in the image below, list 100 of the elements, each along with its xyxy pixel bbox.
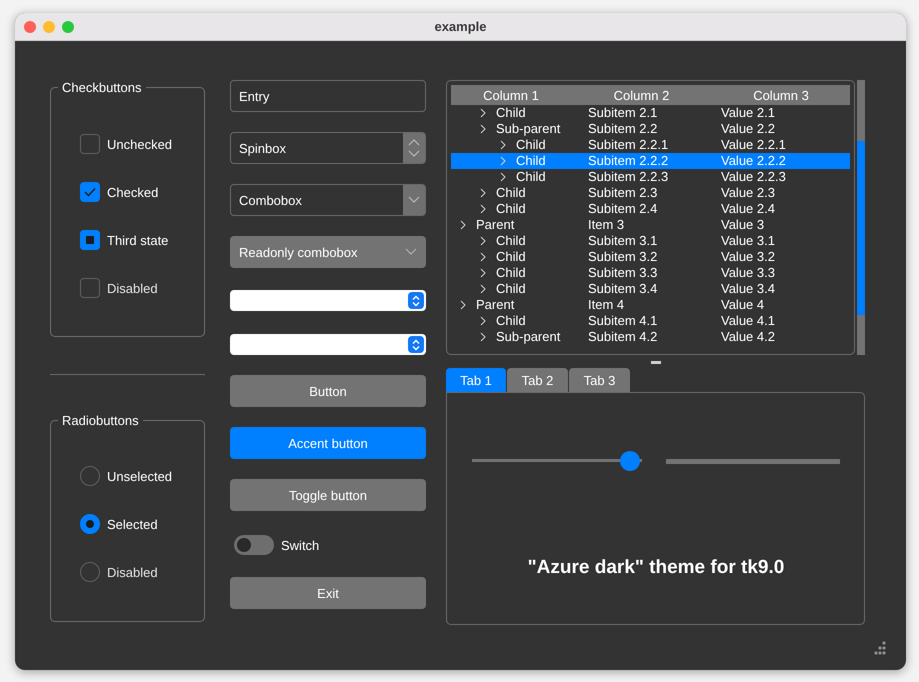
close-button[interactable] (24, 21, 36, 33)
table-cell: Sub-parent (496, 329, 560, 345)
table-cell-text: Value 3.4 (721, 281, 776, 297)
scrollbar[interactable] (857, 80, 865, 355)
push-button[interactable]: Button (230, 375, 426, 407)
table-cell-text: Subitem 2.1 (588, 105, 658, 121)
table-cell-text: Item 3 (588, 217, 626, 233)
popup-menu[interactable] (230, 290, 426, 311)
combobox-field[interactable]: Combobox (230, 184, 426, 216)
window-title: example (434, 19, 487, 34)
table-cell-text: Value 2.4 (721, 201, 776, 217)
radio-label[interactable]: Unselected (107, 468, 172, 484)
tab[interactable]: Tab 3 (569, 368, 630, 392)
up-down-icon (408, 336, 424, 353)
table-cell: Child (516, 153, 546, 169)
table-cell-text: Value 3.2 (721, 249, 776, 265)
table-cell-text: Subitem 2.3 (588, 185, 658, 201)
slider-thumb[interactable] (620, 451, 640, 471)
radio-button[interactable] (80, 466, 100, 486)
table-cell: Child (496, 201, 526, 217)
table-cell-text: Subitem 3.2 (588, 249, 658, 265)
table-cell-text: Subitem 3.4 (588, 281, 658, 297)
column-header[interactable]: Column 2 (571, 88, 712, 102)
resize-grip-icon[interactable] (872, 641, 886, 655)
tree-row[interactable]: Child Subitem 3.2 Value 3.2 (451, 249, 850, 265)
radio-label[interactable]: Selected (107, 516, 158, 532)
table-cell-text: Value 2.1 (721, 105, 776, 121)
readonly-combobox[interactable]: Readonly combobox (230, 236, 426, 268)
tree-row[interactable]: Child Subitem 2.1 Value 2.1 (451, 105, 850, 121)
chevron-right-icon[interactable] (460, 220, 466, 230)
table-cell: Child (496, 313, 526, 329)
chevron-down-icon (405, 248, 417, 256)
tree-row[interactable]: Child Subitem 3.4 Value 3.4 (451, 281, 850, 297)
chevron-down-icon[interactable] (403, 185, 425, 215)
tab[interactable]: Tab 1 (446, 368, 506, 392)
checkbox[interactable] (80, 230, 100, 250)
checkmark-icon (84, 187, 96, 197)
table-cell: Child (516, 169, 546, 185)
entry-field[interactable]: Entry (230, 80, 426, 112)
table-cell-text: Subitem 2.2.3 (588, 169, 670, 185)
table-cell: Child (516, 137, 546, 153)
table-cell-text: Value 4.2 (721, 329, 776, 345)
spinbox-field[interactable]: Spinbox (230, 132, 426, 164)
table-cell-text: Value 4 (721, 297, 766, 313)
table-cell-text: Value 2.2 (721, 121, 776, 137)
checkbox[interactable] (80, 134, 100, 154)
column-header[interactable]: Column 3 (712, 88, 850, 102)
tree-row[interactable]: Child Subitem 2.4 Value 2.4 (451, 201, 850, 217)
tree-row[interactable]: Child Subitem 2.3 Value 2.3 (451, 185, 850, 201)
tree-row[interactable]: Child Subitem 2.2.2 Value 2.2.2 (451, 153, 850, 169)
tree-row[interactable]: Sub-parent Subitem 2.2 Value 2.2 (451, 121, 850, 137)
tree-row[interactable]: Child Subitem 3.1 Value 3.1 (451, 233, 850, 249)
tree-row[interactable]: Parent Item 4 Value 4 (451, 297, 850, 313)
table-cell: Child (496, 265, 526, 281)
chevron-right-icon[interactable] (460, 300, 466, 310)
table-cell: Child (496, 105, 526, 121)
checkbox-label[interactable]: Third state (107, 232, 168, 248)
popup-menu[interactable] (230, 334, 426, 355)
sash-handle-icon[interactable] (651, 361, 661, 364)
table-cell-text: Value 4.1 (721, 313, 776, 329)
table-cell-text: Value 3.1 (721, 233, 776, 249)
up-down-icon (408, 292, 424, 309)
tree-row[interactable]: Child Subitem 2.2.1 Value 2.2.1 (451, 137, 850, 153)
push-button[interactable]: Toggle button (230, 479, 426, 511)
tab[interactable]: Tab 2 (507, 368, 568, 392)
table-cell: Parent (476, 217, 514, 233)
table-cell-text: Subitem 2.2.2 (588, 153, 670, 169)
table-cell-text: Subitem 4.2 (588, 329, 658, 345)
tree-row[interactable]: Sub-parent Subitem 4.2 Value 4.2 (451, 329, 850, 345)
table-cell-text: Value 2.2.1 (721, 137, 787, 153)
tree-row[interactable]: Parent Item 3 Value 3 (451, 217, 850, 233)
spin-arrows-icon[interactable] (403, 133, 425, 163)
slider[interactable] (472, 451, 642, 471)
table-cell-text: Subitem 2.2.1 (588, 137, 670, 153)
radio-button[interactable] (80, 514, 100, 534)
frame-title: Radiobuttons (61, 413, 140, 428)
switch-label[interactable]: Switch (281, 538, 320, 552)
checkbox-label[interactable]: Unchecked (107, 136, 172, 152)
table-cell: Child (496, 185, 526, 201)
table-cell: Child (496, 249, 526, 265)
checkbox-label[interactable]: Checked (107, 184, 158, 200)
table-cell-text: Value 2.3 (721, 185, 776, 201)
frame-title: Checkbuttons (61, 80, 142, 95)
tree-row[interactable]: Child Subitem 2.2.3 Value 2.2.3 (451, 169, 850, 185)
table-cell: Parent (476, 297, 514, 313)
exit-button[interactable]: Exit (230, 577, 426, 609)
checkbox[interactable] (80, 182, 100, 202)
tree-row[interactable]: Child Subitem 3.3 Value 3.3 (451, 265, 850, 281)
table-cell-text: Value 2.2.2 (721, 153, 787, 169)
toggle-switch[interactable] (234, 535, 274, 555)
tree-row[interactable]: Child Subitem 4.1 Value 4.1 (451, 313, 850, 329)
table-cell-text: Value 3 (721, 217, 766, 233)
table-cell: Sub-parent (496, 121, 560, 137)
table-cell-text: Item 4 (588, 297, 626, 313)
table-cell-text: Subitem 3.1 (588, 233, 658, 249)
table-cell-text: Value 3.3 (721, 265, 776, 281)
table-cell: Child (496, 281, 526, 297)
table-cell: Child (496, 233, 526, 249)
column-header[interactable]: Column 1 (451, 88, 571, 102)
push-button[interactable]: Accent button (230, 427, 426, 459)
